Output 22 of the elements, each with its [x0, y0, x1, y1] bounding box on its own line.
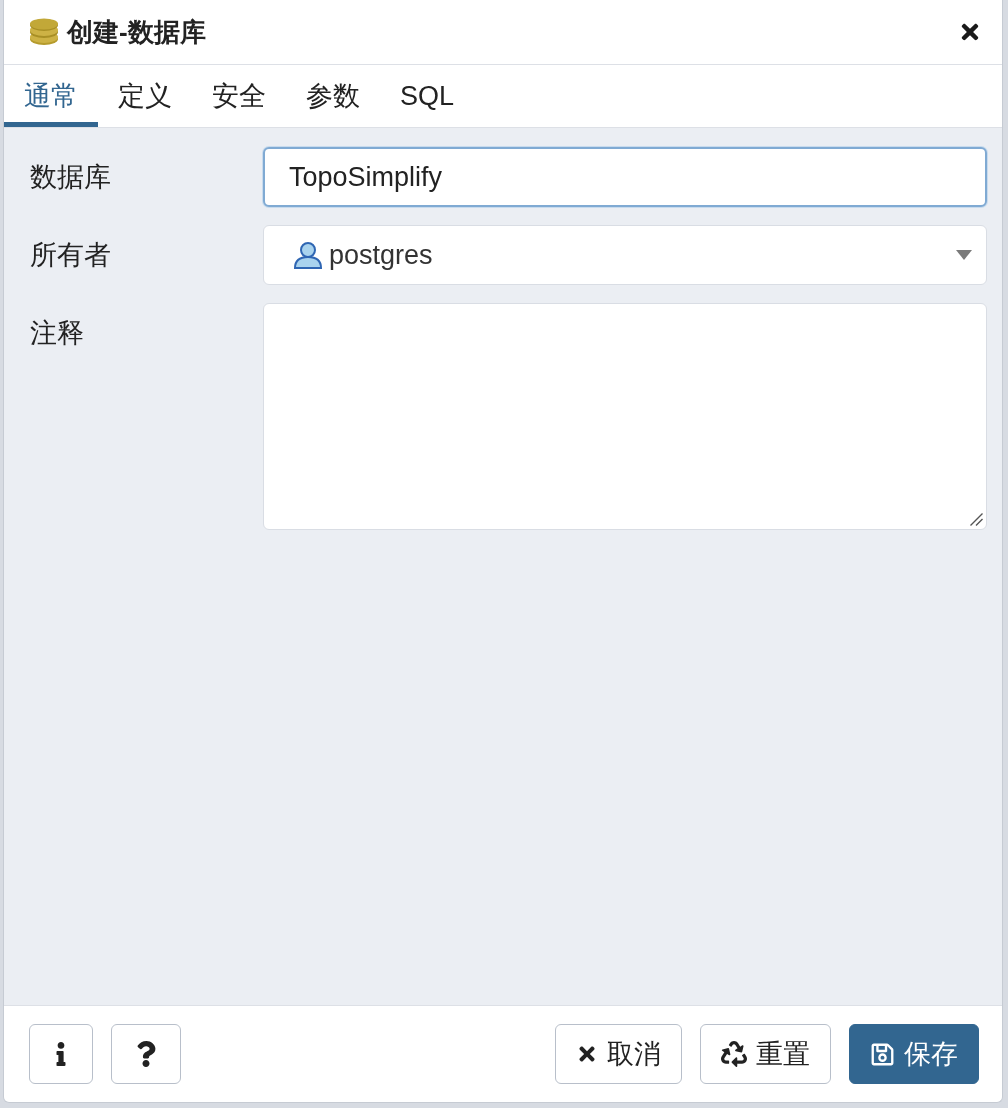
tab[interactable]: 参数: [286, 65, 380, 127]
user-icon: [293, 241, 323, 269]
database-icon: [29, 18, 59, 46]
cancel-button[interactable]: 取消: [555, 1024, 682, 1084]
resize-handle-icon[interactable]: [970, 513, 983, 526]
tab[interactable]: SQL: [380, 65, 475, 127]
comment-field[interactable]: [263, 303, 987, 530]
field-label: 数据库: [30, 161, 112, 194]
database-name-field[interactable]: TopoSimplify: [263, 147, 987, 207]
info-button[interactable]: [29, 1024, 93, 1084]
dialog-title: 创建-数据库: [67, 15, 207, 49]
save-button[interactable]: 保存: [849, 1024, 979, 1084]
field-label: 注释: [30, 317, 85, 350]
tab[interactable]: 定义: [98, 65, 192, 127]
tab[interactable]: 安全: [192, 65, 286, 127]
owner-select[interactable]: postgres: [263, 225, 987, 285]
help-button[interactable]: [111, 1024, 181, 1084]
field-label: 所有者: [30, 239, 112, 272]
recycle-icon: [721, 1041, 747, 1067]
reset-button[interactable]: 重置: [700, 1024, 831, 1084]
save-icon: [870, 1041, 895, 1067]
caret-down-icon: [956, 250, 972, 260]
